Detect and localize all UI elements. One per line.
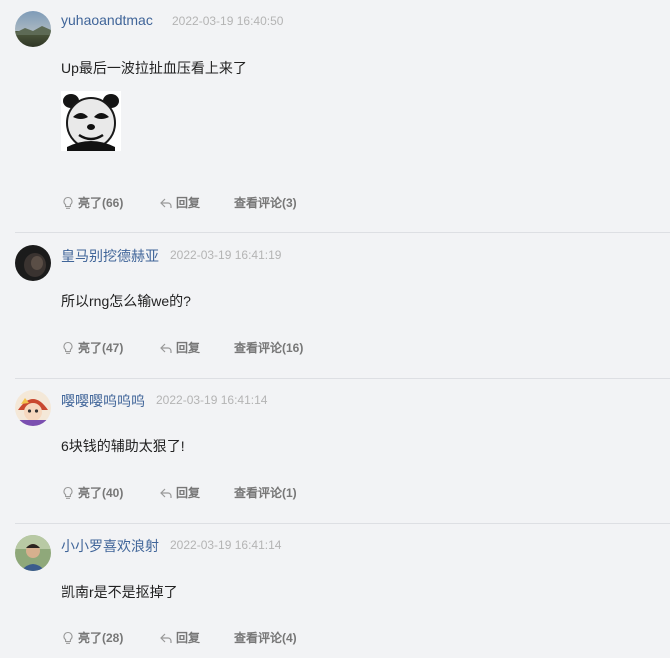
- reply-label: 回复: [176, 631, 201, 645]
- like-count-label: 亮了(28): [78, 631, 124, 645]
- panda-sticker-image: [61, 91, 121, 151]
- reply-label: 回复: [176, 196, 201, 210]
- timestamp: 2022-03-19 16:41:14: [170, 538, 282, 552]
- avatar[interactable]: [15, 390, 51, 426]
- comment-item: 小小罗喜欢浪射 2022-03-19 16:41:14 凯南r是不是抠掉了 亮了…: [0, 524, 670, 658]
- view-replies-label: 查看评论(4): [234, 631, 297, 645]
- avatar[interactable]: [15, 245, 51, 281]
- reply-arrow-icon: [160, 343, 172, 353]
- comment-item: yuhaoandtmac 2022-03-19 16:40:50 Up最后一波拉…: [0, 0, 670, 233]
- avatar[interactable]: [15, 535, 51, 571]
- reply-button[interactable]: 回复: [159, 194, 200, 211]
- username[interactable]: yuhaoandtmac: [61, 12, 153, 28]
- reply-arrow-icon: [160, 488, 172, 498]
- view-replies-link[interactable]: 查看评论(3): [234, 194, 297, 211]
- lightbulb-icon: [63, 196, 73, 209]
- like-count-label: 亮了(66): [78, 196, 124, 210]
- comment-text: Up最后一波拉扯血压看上来了: [61, 60, 247, 76]
- view-replies-link[interactable]: 查看评论(4): [234, 629, 297, 646]
- comment-text: 凯南r是不是抠掉了: [61, 584, 178, 600]
- reply-label: 回复: [176, 486, 201, 500]
- timestamp: 2022-03-19 16:41:19: [170, 248, 282, 262]
- timestamp: 2022-03-19 16:40:50: [172, 14, 284, 28]
- like-button[interactable]: 亮了(66): [61, 194, 123, 211]
- like-button[interactable]: 亮了(40): [61, 484, 123, 501]
- comment-item: 嘤嘤嘤呜呜呜 2022-03-19 16:41:14 6块钱的辅助太狠了! 亮了…: [0, 379, 670, 524]
- comment-text: 6块钱的辅助太狠了!: [61, 438, 185, 454]
- username[interactable]: 皇马别挖德赫亚: [61, 246, 159, 266]
- lightbulb-icon: [63, 631, 73, 644]
- lightbulb-icon: [63, 486, 73, 499]
- like-count-label: 亮了(47): [78, 341, 124, 355]
- lightbulb-icon: [63, 341, 73, 354]
- like-button[interactable]: 亮了(28): [61, 629, 123, 646]
- username[interactable]: 嘤嘤嘤呜呜呜: [61, 391, 145, 411]
- reply-button[interactable]: 回复: [159, 629, 200, 646]
- reply-button[interactable]: 回复: [159, 484, 200, 501]
- view-replies-link[interactable]: 查看评论(16): [234, 339, 303, 356]
- like-button[interactable]: 亮了(47): [61, 339, 123, 356]
- reply-label: 回复: [176, 341, 201, 355]
- view-replies-link[interactable]: 查看评论(1): [234, 484, 297, 501]
- comment-item: 皇马别挖德赫亚 2022-03-19 16:41:19 所以rng怎么输we的?…: [0, 234, 670, 379]
- divider: [15, 232, 670, 233]
- reply-arrow-icon: [160, 198, 172, 208]
- view-replies-label: 查看评论(16): [234, 341, 304, 355]
- like-count-label: 亮了(40): [78, 486, 124, 500]
- view-replies-label: 查看评论(1): [234, 486, 297, 500]
- comment-text: 所以rng怎么输we的?: [61, 293, 191, 309]
- view-replies-label: 查看评论(3): [234, 196, 297, 210]
- avatar[interactable]: [15, 11, 51, 47]
- reply-button[interactable]: 回复: [159, 339, 200, 356]
- reply-arrow-icon: [160, 633, 172, 643]
- timestamp: 2022-03-19 16:41:14: [156, 393, 268, 407]
- username[interactable]: 小小罗喜欢浪射: [61, 536, 159, 556]
